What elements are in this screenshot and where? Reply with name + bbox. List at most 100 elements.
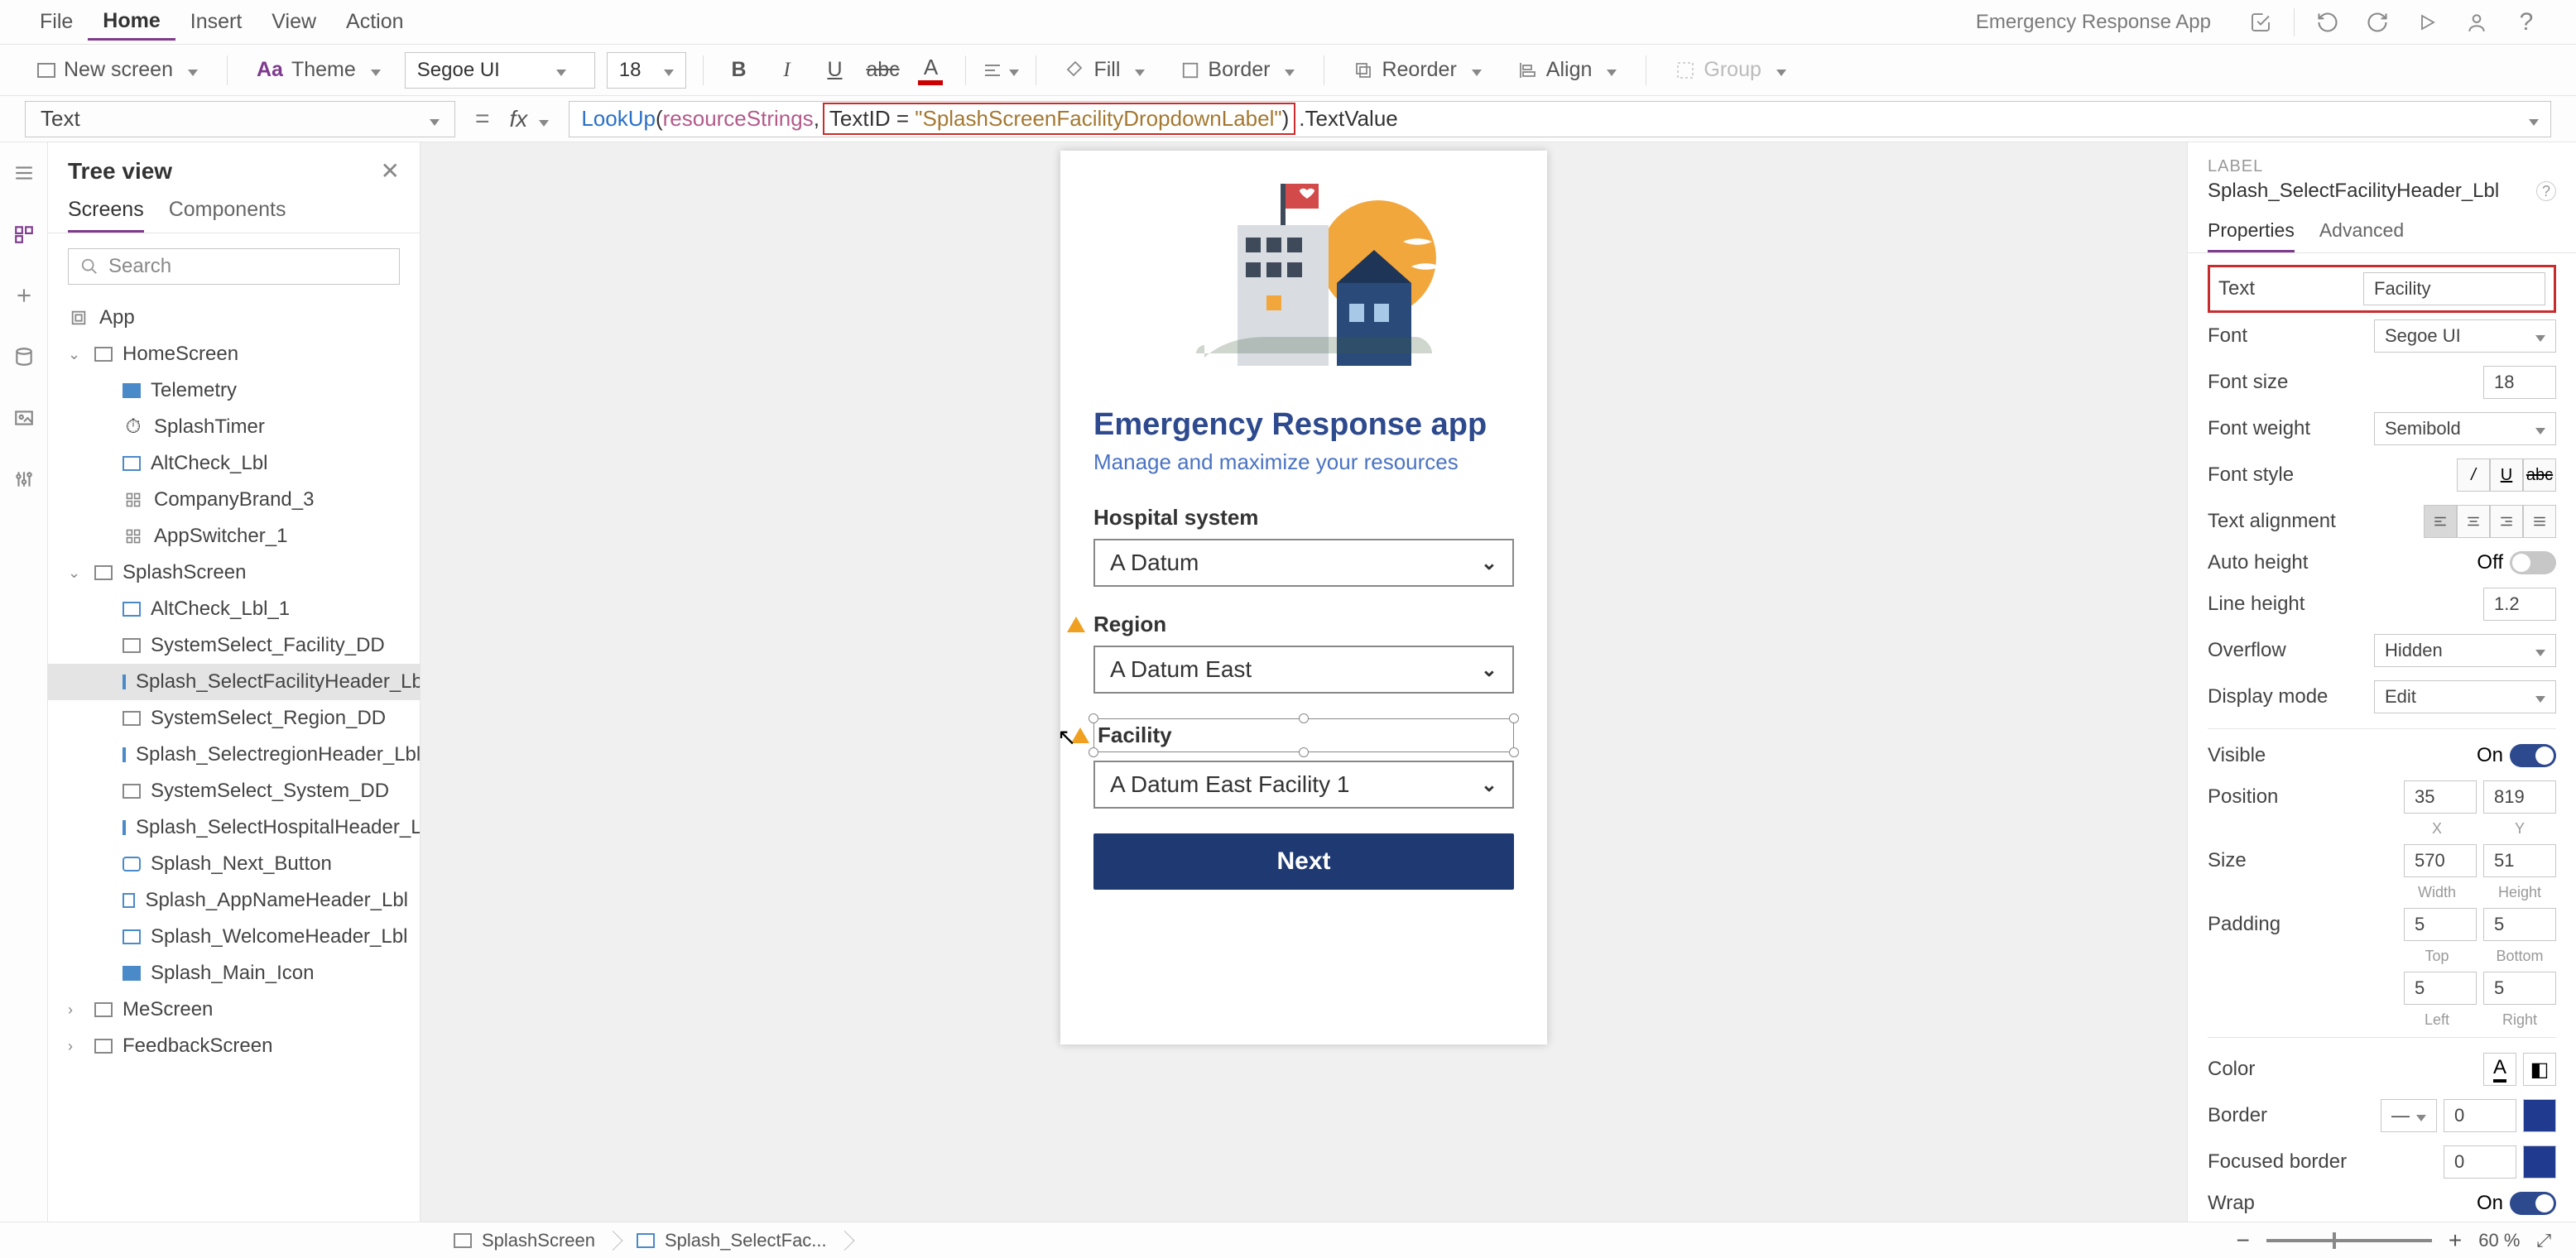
prop-fontstyle-group[interactable]: / U abc [2457,459,2556,492]
align-center-btn[interactable] [2457,505,2490,538]
prop-align-group[interactable] [2424,505,2556,538]
tree-node-facility-header[interactable]: Splash_SelectFacilityHeader_Lbl··· [48,664,420,700]
prop-borderstyle-select[interactable]: — [2381,1099,2437,1132]
border-button[interactable]: Border [1169,52,1307,88]
prop-italic-btn[interactable]: / [2457,459,2490,492]
menu-insert[interactable]: Insert [175,5,257,39]
tree-node-telemetry[interactable]: Telemetry [48,372,420,409]
prop-fontsize-input[interactable]: 18 [2483,366,2556,399]
prop-bordercolor-btn[interactable] [2523,1099,2556,1132]
next-button[interactable]: Next [1093,833,1514,890]
tree-node-appswitcher[interactable]: AppSwitcher_1 [48,518,420,555]
tree-node-splashscreen[interactable]: ⌄SplashScreen [48,555,420,591]
prop-lineheight-input[interactable]: 1.2 [2483,588,2556,621]
prop-wrap-toggle[interactable] [2510,1192,2556,1215]
align-justify-btn[interactable] [2523,505,2556,538]
prop-overflow-select[interactable]: Hidden [2374,634,2556,667]
strikethrough-button[interactable]: abc [864,52,901,89]
italic-button[interactable]: I [768,52,805,89]
prop-focusborder-input[interactable]: 0 [2444,1145,2516,1179]
fx-icon[interactable]: fx [510,106,550,132]
menu-view[interactable]: View [257,5,331,39]
tree-node-mescreen[interactable]: ›MeScreen [48,992,420,1028]
prop-font-select[interactable]: Segoe UI [2374,319,2556,353]
menu-action[interactable]: Action [331,5,418,39]
rail-media-icon[interactable] [10,404,38,432]
prop-fontcolor-btn[interactable]: A [2483,1053,2516,1086]
menu-home[interactable]: Home [88,4,175,41]
prop-height-input[interactable]: 51 [2483,844,2556,877]
tree-node-nextbtn[interactable]: Splash_Next_Button [48,846,420,882]
prop-underline-btn[interactable]: U [2490,459,2523,492]
app-checker-icon[interactable] [2246,7,2276,37]
underline-button[interactable]: U [816,52,853,89]
prop-autoheight-toggle[interactable] [2510,551,2556,574]
prop-padr-input[interactable]: 5 [2483,972,2556,1005]
prop-focusbordercolor-btn[interactable] [2523,1145,2556,1179]
theme-button[interactable]: AaTheme [244,52,393,88]
tree-node-mainicon[interactable]: Splash_Main_Icon [48,955,420,992]
tree-node-sysfac[interactable]: SystemSelect_Facility_DD [48,627,420,664]
prop-help-icon[interactable]: ? [2536,181,2556,201]
prop-padb-input[interactable]: 5 [2483,908,2556,941]
rail-hamburger-icon[interactable] [10,159,38,187]
prop-tab-advanced[interactable]: Advanced [2319,219,2404,252]
tree-node-altcheck[interactable]: AltCheck_Lbl [48,445,420,482]
canvas[interactable]: Emergency Response app Manage and maximi… [421,142,2187,1222]
text-align-button[interactable] [983,52,1019,89]
prop-visible-toggle[interactable] [2510,744,2556,767]
prop-posy-input[interactable]: 819 [2483,780,2556,814]
tree-node-regheader[interactable]: Splash_SelectregionHeader_Lbl [48,737,420,773]
zoom-out-button[interactable]: − [2237,1227,2250,1254]
redo-icon[interactable] [2362,7,2392,37]
tree-node-syssys[interactable]: SystemSelect_System_DD [48,773,420,809]
tree-tab-components[interactable]: Components [169,198,286,233]
zoom-in-button[interactable]: + [2449,1227,2462,1254]
tree-node-app[interactable]: App [48,300,420,336]
tree-node-splashtimer[interactable]: ⏱SplashTimer [48,409,420,445]
prop-padl-input[interactable]: 5 [2404,972,2477,1005]
hospital-dropdown[interactable]: A Datum⌄ [1093,539,1514,587]
tree-node-feedback[interactable]: ›FeedbackScreen [48,1028,420,1064]
fit-screen-icon[interactable]: ⤢ [2536,1230,2551,1251]
formula-input[interactable]: LookUp(resourceStrings, TextID = "Splash… [569,101,2551,137]
tree-node-appnameh[interactable]: Splash_AppNameHeader_Lbl [48,882,420,919]
share-icon[interactable] [2462,7,2492,37]
prop-fontweight-select[interactable]: Semibold [2374,412,2556,445]
tree-node-sysreg[interactable]: SystemSelect_Region_DD [48,700,420,737]
prop-text-input[interactable]: Facility [2363,272,2545,305]
tree-node-welcomeh[interactable]: Splash_WelcomeHeader_Lbl [48,919,420,955]
prop-fillcolor-btn[interactable]: ◧ [2523,1053,2556,1086]
tree-node-altcheck1[interactable]: AltCheck_Lbl_1 [48,591,420,627]
play-icon[interactable] [2412,7,2442,37]
tree-tab-screens[interactable]: Screens [68,198,144,233]
font-color-button[interactable]: A [912,52,949,89]
breadcrumb-screen[interactable]: SplashScreen [445,1230,612,1251]
prop-displaymode-select[interactable]: Edit [2374,680,2556,713]
property-selector[interactable]: Text [25,101,455,137]
tree-node-companybrand[interactable]: CompanyBrand_3 [48,482,420,518]
rail-advanced-icon[interactable] [10,465,38,493]
prop-strike-btn[interactable]: abc [2523,459,2556,492]
menu-file[interactable]: File [25,5,88,39]
region-dropdown[interactable]: A Datum East⌄ [1093,646,1514,694]
font-family-select[interactable]: Segoe UI [405,52,595,89]
rail-data-icon[interactable] [10,343,38,371]
prop-padt-input[interactable]: 5 [2404,908,2477,941]
new-screen-button[interactable]: New screen [25,52,210,88]
help-icon[interactable]: ? [2511,7,2541,37]
tree-node-hospheader[interactable]: Splash_SelectHospitalHeader_Lbl [48,809,420,846]
font-size-select[interactable]: 18 [607,52,687,89]
bold-button[interactable]: B [720,52,757,89]
align-right-btn[interactable] [2490,505,2523,538]
breadcrumb-element[interactable]: Splash_SelectFac... [628,1230,843,1251]
align-left-btn[interactable] [2424,505,2457,538]
undo-icon[interactable] [2313,7,2343,37]
zoom-slider[interactable] [2266,1239,2432,1242]
prop-tab-properties[interactable]: Properties [2208,219,2295,252]
tree-search-input[interactable]: Search [68,248,400,285]
facility-dropdown[interactable]: A Datum East Facility 1⌄ [1093,761,1514,809]
prop-width-input[interactable]: 570 [2404,844,2477,877]
reorder-button[interactable]: Reorder [1341,52,1493,88]
fill-button[interactable]: Fill [1053,52,1157,88]
